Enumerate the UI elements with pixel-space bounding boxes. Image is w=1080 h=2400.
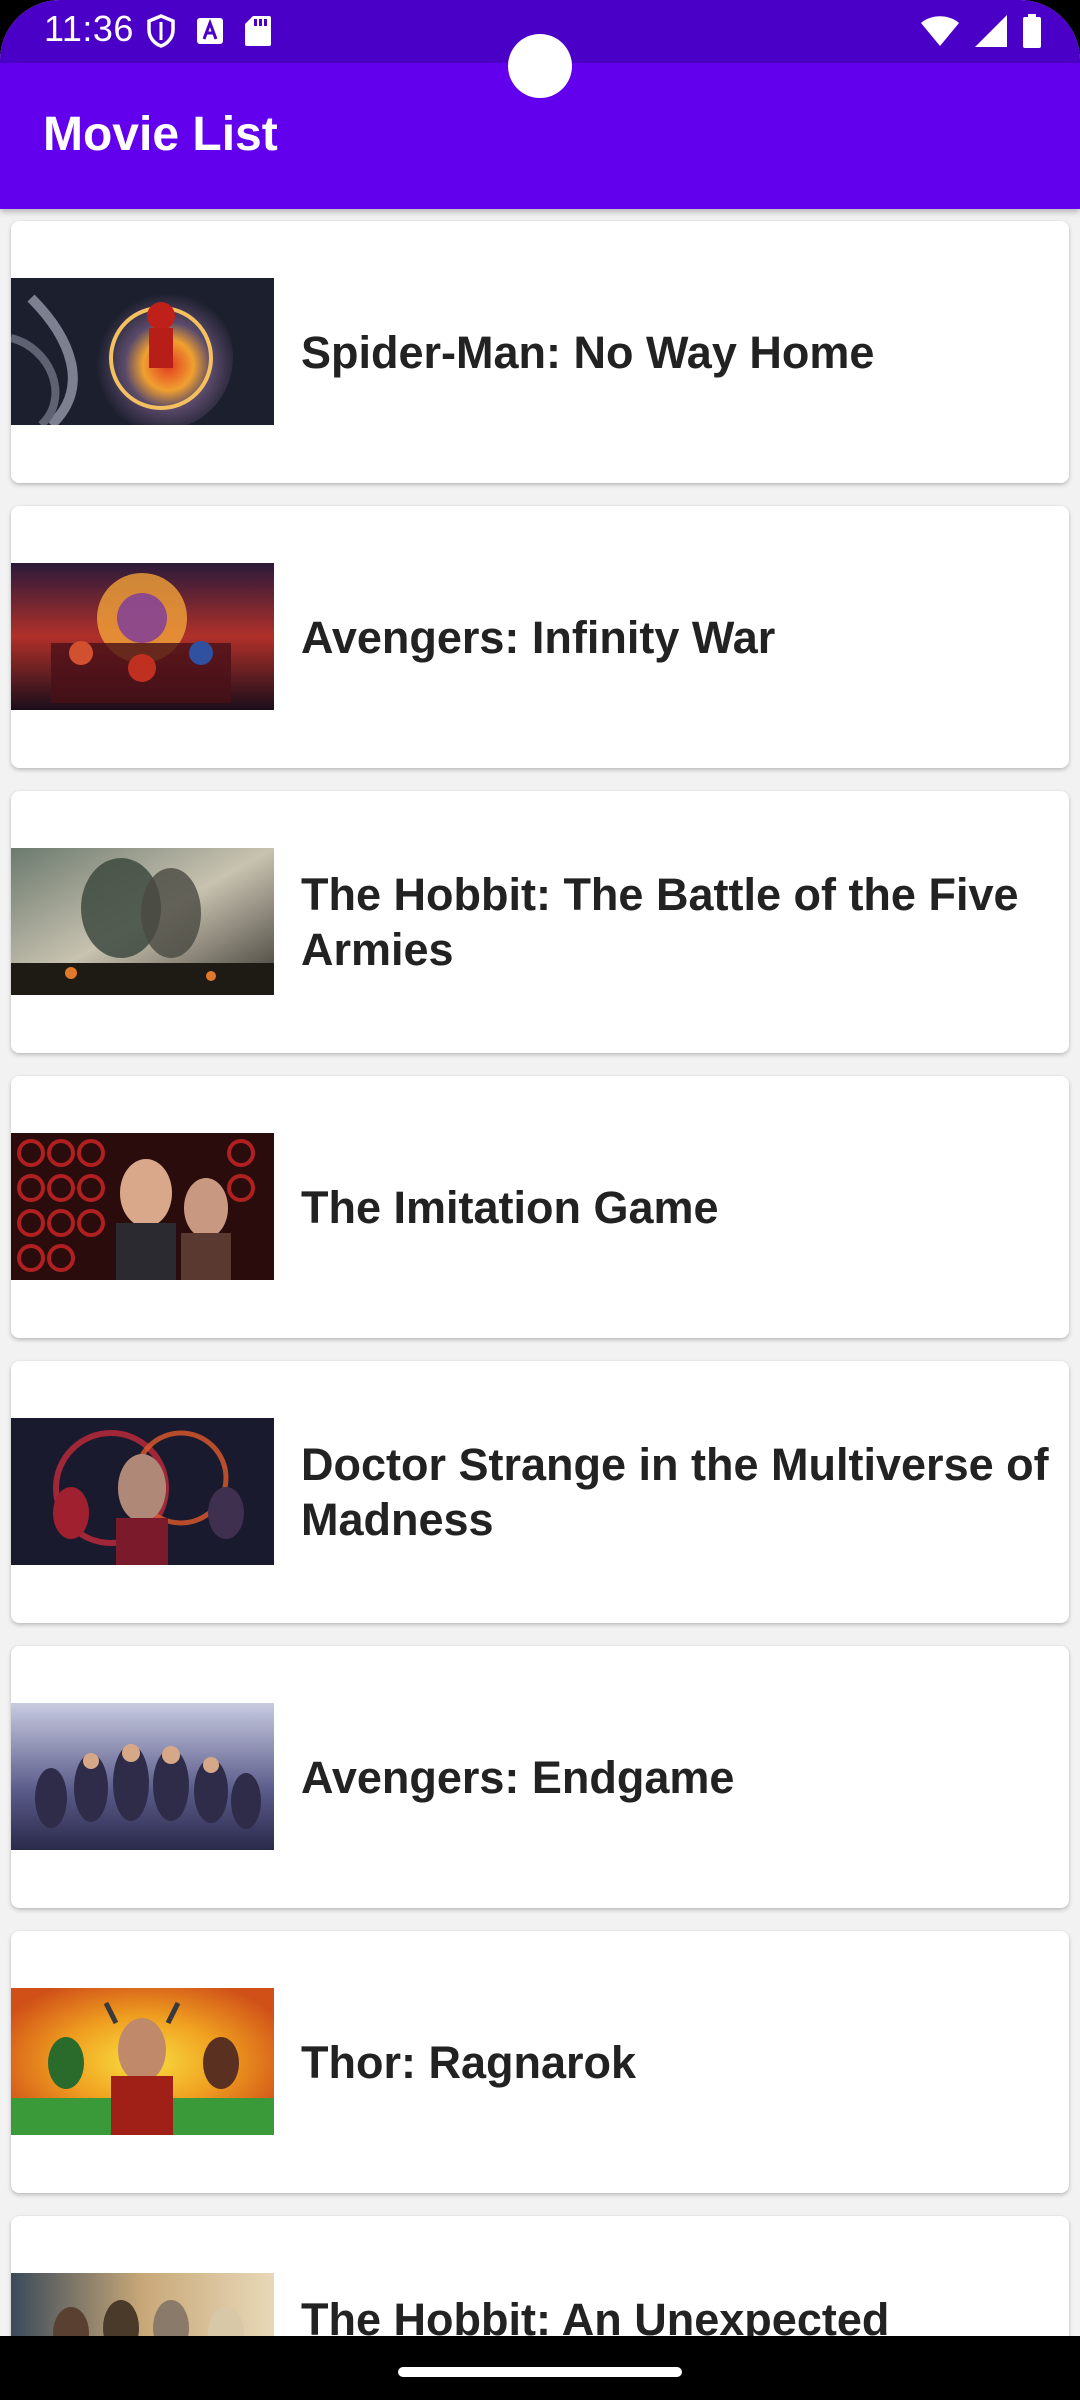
- sd-card-icon: [244, 15, 272, 52]
- movie-title: The Imitation Game: [301, 1181, 719, 1233]
- wifi-icon: [920, 15, 960, 52]
- movie-title: Doctor Strange in the Multiverse of Madn…: [301, 1439, 1049, 1545]
- a-notification-icon: [196, 17, 224, 50]
- app-title: Movie List: [43, 108, 278, 161]
- movie-poster: [11, 1418, 274, 1565]
- movie-card[interactable]: Doctor Strange in the Multiverse of Madn…: [11, 1361, 1069, 1623]
- movie-title: Avengers: Infinity War: [301, 611, 776, 663]
- movie-card[interactable]: Spider-Man: No Way Home: [11, 221, 1069, 483]
- movie-title: Thor: Ragnarok: [301, 2036, 637, 2088]
- status-time: 11:36: [44, 8, 134, 49]
- movie-poster: [11, 848, 274, 995]
- status-left-icons: [146, 14, 272, 53]
- cellular-signal-icon: [974, 14, 1008, 53]
- movie-poster: [11, 1133, 274, 1280]
- movie-card[interactable]: The Imitation Game: [11, 1076, 1069, 1338]
- shield-icon: [146, 14, 176, 53]
- movie-card[interactable]: The Hobbit: The Battle of the Five Armie…: [11, 791, 1069, 1053]
- phone-screen: 11:36 Movie List Spider-Man: No Way Home…: [0, 0, 1080, 2400]
- app-content: 11:36 Movie List Spider-Man: No Way Home…: [0, 0, 1080, 2336]
- movie-title: Spider-Man: No Way Home: [301, 326, 875, 378]
- movie-title: Avengers: Endgame: [301, 1751, 735, 1803]
- camera-cutout: [508, 34, 572, 98]
- movie-card[interactable]: Avengers: Infinity War: [11, 506, 1069, 768]
- battery-icon: [1022, 14, 1042, 53]
- movie-poster: [11, 563, 274, 710]
- home-gesture-handle[interactable]: [398, 2367, 682, 2377]
- status-right-icons: [920, 14, 1042, 53]
- movie-poster: [11, 1703, 274, 1850]
- navigation-bar: [0, 2336, 1080, 2400]
- movie-poster: [11, 2273, 274, 2336]
- movie-list[interactable]: Spider-Man: No Way Home Avengers: Infini…: [0, 209, 1080, 2336]
- movie-title: The Hobbit: An Unexpected Journey: [301, 2294, 890, 2336]
- movie-card[interactable]: Avengers: Endgame: [11, 1646, 1069, 1908]
- movie-title: The Hobbit: The Battle of the Five Armie…: [301, 869, 1019, 975]
- movie-poster: [11, 1988, 274, 2135]
- movie-card[interactable]: Thor: Ragnarok: [11, 1931, 1069, 2193]
- movie-card[interactable]: The Hobbit: An Unexpected Journey: [11, 2216, 1069, 2336]
- movie-poster: [11, 278, 274, 425]
